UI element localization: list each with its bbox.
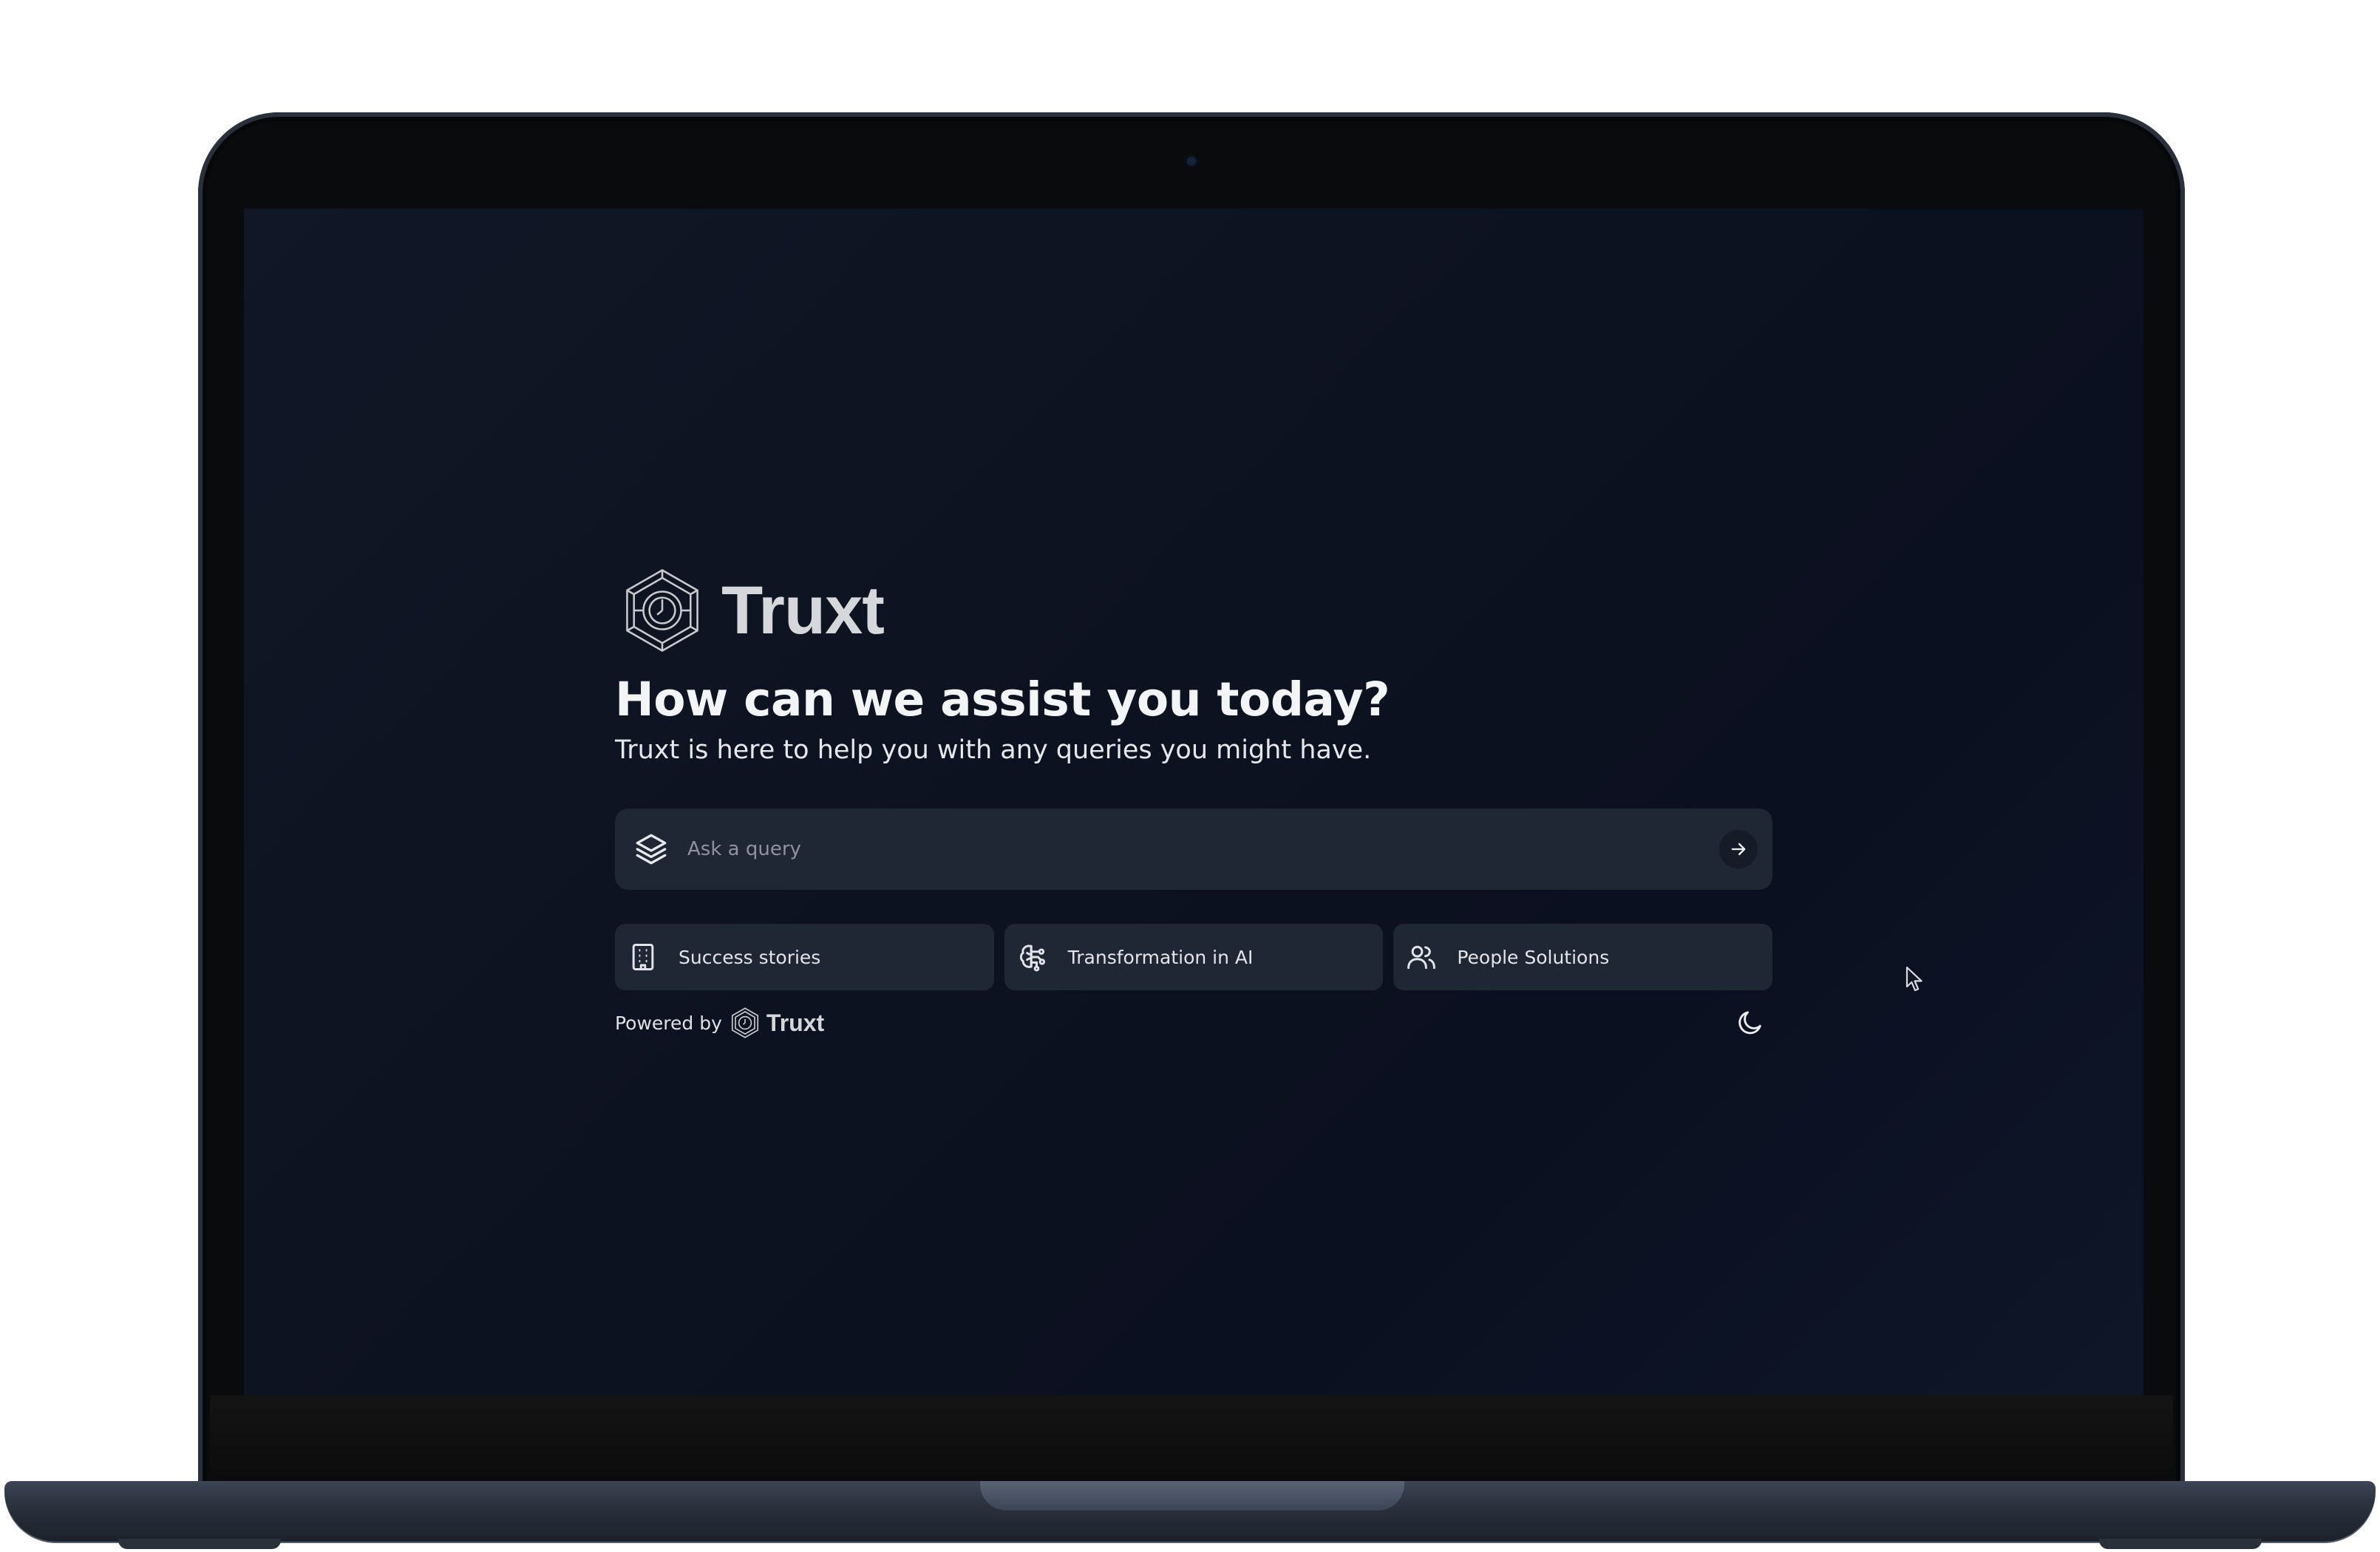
suggestion-label: People Solutions	[1457, 946, 1610, 968]
moon-icon	[1738, 1011, 1761, 1035]
send-button[interactable]	[1719, 830, 1758, 868]
suggestion-list: Success stories Transformation in AI Peo…	[615, 924, 1773, 990]
webcam	[1187, 157, 1196, 166]
mouse-cursor-icon	[1905, 966, 1922, 992]
hexagon-clock-logo-icon	[731, 1007, 758, 1038]
main-panel: Truxt How can we assist you today? Truxt…	[615, 565, 1773, 1046]
laptop-foot-right	[2099, 1539, 2262, 1549]
hexagon-clock-logo-icon	[626, 569, 698, 652]
footer-brand-name: Truxt	[766, 1009, 825, 1036]
footer: Powered by Truxt	[615, 999, 1772, 1046]
brand-name: Truxt	[721, 572, 885, 648]
page-title: How can we assist you today?	[615, 673, 1390, 726]
screen: Truxt How can we assist you today? Truxt…	[244, 208, 2143, 1395]
laptop-notch	[980, 1481, 1404, 1511]
page-subtitle: Truxt is here to help you with any queri…	[615, 735, 1372, 765]
suggestion-label: Transformation in AI	[1067, 946, 1254, 968]
search-bar	[615, 809, 1772, 890]
suggestion-success-stories[interactable]: Success stories	[615, 924, 994, 990]
suggestion-transformation-in-ai[interactable]: Transformation in AI	[1004, 924, 1384, 990]
suggestion-label: Success stories	[679, 946, 821, 968]
layers-icon	[636, 834, 667, 865]
laptop-mockup: Truxt How can we assist you today? Truxt…	[0, 0, 2380, 1552]
theme-toggle-button[interactable]	[1733, 1005, 1768, 1041]
laptop-foot-left	[118, 1539, 281, 1549]
users-icon	[1407, 945, 1436, 970]
powered-by-label: Powered by	[615, 1012, 722, 1034]
brain-icon	[1019, 945, 1045, 972]
brand-header: Truxt	[615, 565, 1772, 656]
building-icon	[632, 944, 654, 970]
laptop-bezel-chin	[210, 1395, 2173, 1484]
arrow-right-icon	[1731, 843, 1746, 856]
suggestion-people-solutions[interactable]: People Solutions	[1393, 924, 1773, 990]
search-input[interactable]	[686, 837, 1719, 861]
